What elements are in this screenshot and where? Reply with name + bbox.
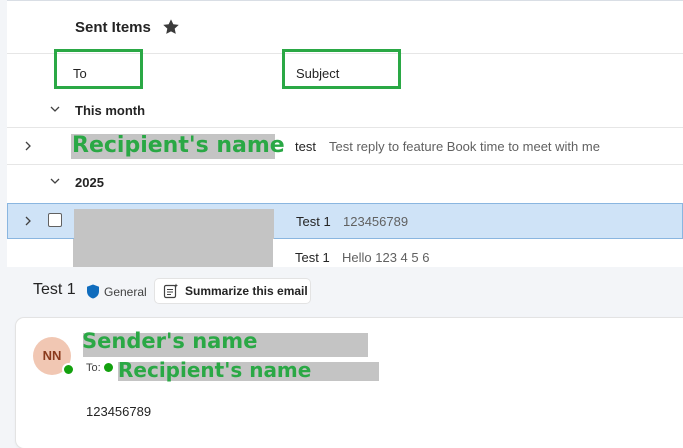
column-header-to[interactable]: To — [73, 66, 87, 81]
recipient-name[interactable]: Recipient's name — [118, 358, 311, 382]
presence-available-icon — [62, 363, 75, 376]
group-label: This month — [75, 103, 146, 118]
message-body: 123456789 — [86, 404, 152, 419]
summarize-icon — [163, 283, 178, 299]
message-list-pane: Sent Items To Subject This month Recipie… — [7, 0, 683, 267]
group-header-2025[interactable]: 2025 — [7, 165, 683, 199]
reading-pane-subject: Test 1 — [33, 281, 76, 298]
chevron-right-icon[interactable] — [23, 215, 33, 227]
sender-name[interactable]: Sender's name — [82, 329, 257, 353]
message-subject: Test 1 — [296, 214, 331, 229]
message-row-selected[interactable]: Test 1 123456789 — [7, 203, 683, 239]
summarize-label: Summarize this email — [185, 284, 308, 298]
presence-available-icon — [104, 363, 113, 372]
message-preview: Test reply to feature Book time to meet … — [329, 139, 600, 154]
group-label: 2025 — [75, 175, 104, 190]
select-checkbox[interactable] — [48, 213, 62, 227]
message-recipient: Recipient's name — [72, 133, 285, 158]
redaction-block — [73, 239, 273, 267]
message-subject: Test 1 — [295, 250, 330, 265]
folder-header: Sent Items — [7, 1, 683, 53]
column-header-row: To Subject — [7, 53, 683, 94]
sensitivity-label[interactable]: General — [104, 285, 147, 299]
message-subject: test — [295, 139, 316, 154]
star-icon[interactable] — [162, 18, 180, 36]
chevron-right-icon[interactable] — [23, 140, 33, 152]
folder-title: Sent Items — [75, 19, 151, 36]
message-preview: Hello 123 4 5 6 — [342, 250, 430, 265]
group-header-this-month[interactable]: This month — [7, 93, 683, 128]
chevron-down-icon[interactable] — [49, 103, 61, 115]
message-row[interactable]: Recipient's name test Test reply to feat… — [7, 128, 683, 165]
summarize-button[interactable]: Summarize this email — [155, 279, 310, 303]
message-preview: 123456789 — [343, 214, 409, 229]
shield-icon[interactable] — [86, 284, 100, 299]
to-label: To: — [86, 362, 101, 374]
message-row[interactable]: Test 1 Hello 123 4 5 6 — [7, 239, 683, 267]
column-header-subject[interactable]: Subject — [296, 66, 339, 81]
message-card: NN Sender's name To: Recipient's name 12… — [16, 318, 683, 448]
chevron-down-icon[interactable] — [49, 175, 61, 187]
redaction-block — [74, 209, 274, 239]
